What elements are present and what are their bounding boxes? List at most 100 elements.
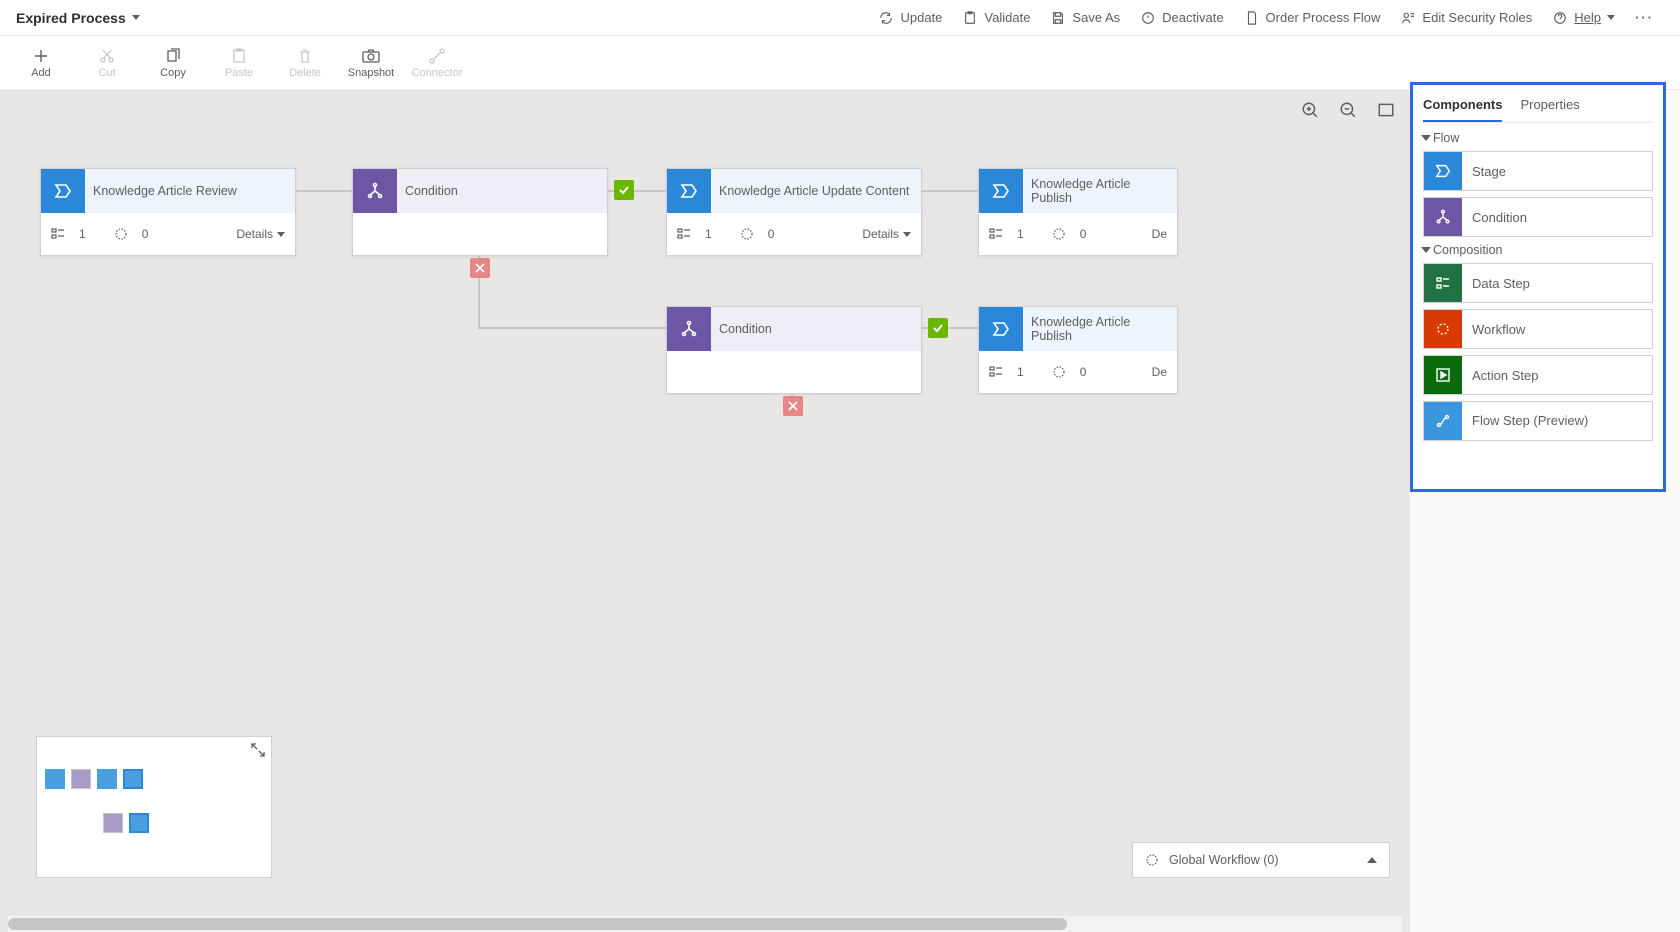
button-label: Paste [225, 67, 253, 79]
chevron-down-icon [277, 232, 285, 237]
update-button[interactable]: Update [868, 6, 952, 30]
steps-count: 1 [79, 227, 86, 241]
chevron-up-icon[interactable] [1367, 857, 1377, 863]
chevron-down-icon [903, 232, 911, 237]
save-icon [1050, 10, 1066, 26]
stage-icon [667, 169, 711, 213]
condition-node[interactable]: Condition [352, 168, 608, 256]
help-button[interactable]: Help [1542, 6, 1625, 30]
help-icon [1552, 10, 1568, 26]
workflow-icon [1145, 853, 1159, 867]
horizontal-scrollbar[interactable] [8, 916, 1402, 932]
scrollbar-thumb[interactable] [8, 918, 1067, 930]
component-label: Condition [1462, 210, 1537, 225]
component-condition[interactable]: Condition [1423, 197, 1653, 237]
global-workflow-bar[interactable]: Global Workflow (0) [1132, 842, 1390, 878]
canvas-area[interactable]: Knowledge Article Review 1 0 Details Con… [0, 90, 1410, 932]
section-label: Composition [1433, 243, 1502, 257]
workflow-count: 0 [768, 227, 775, 241]
component-label: Flow Step (Preview) [1462, 414, 1598, 429]
button-label: Delete [289, 67, 321, 79]
details-toggle[interactable]: Details [862, 227, 911, 241]
global-workflow-label: Global Workflow (0) [1169, 853, 1279, 867]
add-button[interactable]: Add [8, 36, 74, 90]
delete-button[interactable]: Delete [272, 36, 338, 90]
button-label: Snapshot [348, 67, 394, 79]
component-label: Workflow [1462, 322, 1535, 337]
process-title: Expired Process [16, 10, 126, 26]
order-process-button[interactable]: Order Process Flow [1234, 6, 1391, 30]
cut-button[interactable]: Cut [74, 36, 140, 90]
false-badge [783, 396, 803, 416]
node-title: Knowledge Article Publish [1023, 307, 1177, 351]
section-flow[interactable]: Flow [1423, 131, 1653, 145]
false-badge [470, 258, 490, 278]
document-icon [1244, 10, 1260, 26]
workflow-icon [1424, 310, 1462, 348]
true-badge [928, 318, 948, 338]
steps-count: 1 [1017, 365, 1024, 379]
camera-icon [362, 47, 380, 65]
save-as-button[interactable]: Save As [1040, 6, 1130, 30]
workflow-icon [740, 227, 754, 241]
details-label: De [1152, 227, 1167, 241]
button-label: Help [1574, 10, 1601, 25]
flow-step-icon [1424, 402, 1462, 440]
component-action-step[interactable]: Action Step [1423, 355, 1653, 395]
component-workflow[interactable]: Workflow [1423, 309, 1653, 349]
edit-security-button[interactable]: Edit Security Roles [1390, 6, 1542, 30]
refresh-icon [878, 10, 894, 26]
stage-icon [41, 169, 85, 213]
button-label: Connector [412, 67, 463, 79]
connector-button[interactable]: Connector [404, 36, 470, 90]
plus-icon [32, 47, 50, 65]
security-icon [1400, 10, 1416, 26]
button-label: Order Process Flow [1266, 10, 1381, 25]
section-composition[interactable]: Composition [1423, 243, 1653, 257]
stage-icon [979, 169, 1023, 213]
deactivate-button[interactable]: Deactivate [1130, 6, 1233, 30]
details-label: Details [862, 227, 899, 241]
header-bar: Expired Process Update Validate Save As … [0, 0, 1680, 36]
snapshot-button[interactable]: Snapshot [338, 36, 404, 90]
stage-node-update[interactable]: Knowledge Article Update Content 1 0 Det… [666, 168, 922, 256]
action-icon [1424, 356, 1462, 394]
stage-node-publish-2[interactable]: Knowledge Article Publish 1 0 De [978, 306, 1178, 394]
node-title: Condition [397, 169, 607, 213]
paste-button[interactable]: Paste [206, 36, 272, 90]
minimap-stage [45, 769, 65, 789]
details-label: Details [236, 227, 273, 241]
node-title: Knowledge Article Review [85, 169, 295, 213]
paste-icon [230, 47, 248, 65]
workflow-count: 0 [142, 227, 149, 241]
details-toggle[interactable]: Details [236, 227, 285, 241]
process-title-dropdown[interactable]: Expired Process [16, 10, 140, 26]
condition-node-2[interactable]: Condition [666, 306, 922, 394]
component-label: Stage [1462, 164, 1516, 179]
component-flow-step[interactable]: Flow Step (Preview) [1423, 401, 1653, 441]
details-toggle[interactable]: De [1152, 227, 1167, 241]
node-title: Knowledge Article Update Content [711, 169, 921, 213]
copy-button[interactable]: Copy [140, 36, 206, 90]
details-label: De [1152, 365, 1167, 379]
button-label: Add [31, 67, 51, 79]
component-stage[interactable]: Stage [1423, 151, 1653, 191]
minimap[interactable] [36, 736, 272, 878]
stage-node-publish-1[interactable]: Knowledge Article Publish 1 0 De [978, 168, 1178, 256]
details-toggle[interactable]: De [1152, 365, 1167, 379]
tab-properties[interactable]: Properties [1520, 93, 1579, 122]
stage-icon [979, 307, 1023, 351]
more-button[interactable]: ··· [1625, 6, 1664, 29]
workflow-icon [1052, 365, 1066, 379]
workflow-icon [114, 227, 128, 241]
workflow-count: 0 [1080, 365, 1087, 379]
component-data-step[interactable]: Data Step [1423, 263, 1653, 303]
stage-node-review[interactable]: Knowledge Article Review 1 0 Details [40, 168, 296, 256]
validate-button[interactable]: Validate [952, 6, 1040, 30]
button-label: Deactivate [1162, 10, 1223, 25]
minimap-stage-selected [123, 769, 143, 789]
tab-components[interactable]: Components [1423, 93, 1502, 122]
component-label: Data Step [1462, 276, 1540, 291]
button-label: Validate [984, 10, 1030, 25]
expand-icon[interactable] [251, 743, 265, 757]
